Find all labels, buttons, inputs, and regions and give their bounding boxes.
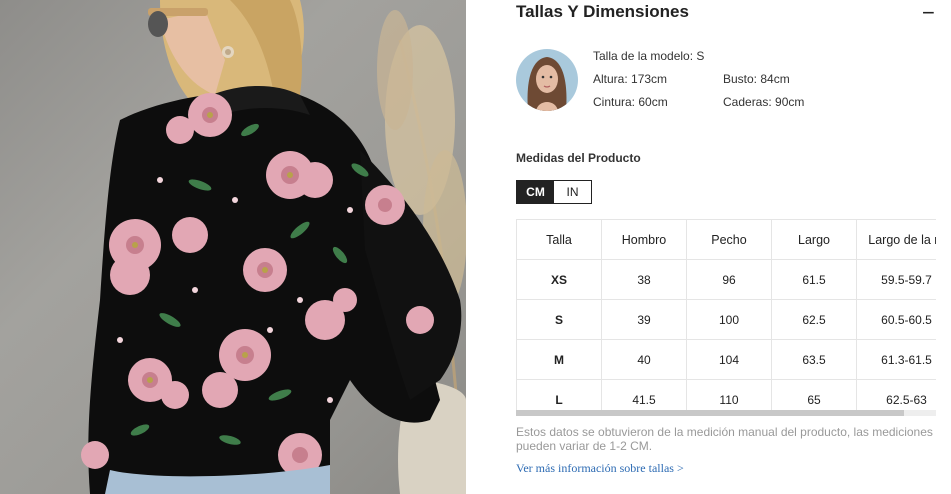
collapse-icon[interactable]: − [922,0,935,26]
table-cell: L [516,379,602,411]
table-cell: S [516,299,602,340]
size-table-container: Talla Hombro Pecho Largo Largo de la m X… [516,219,936,411]
table-cell: 61.3-61.5 [856,339,936,380]
model-height: Altura: 173cm [593,72,668,86]
header-length: Largo [771,219,857,260]
model-waist: Cintura: 60cm [593,95,668,109]
table-cell: 63.5 [771,339,857,380]
table-cell: 39 [601,299,687,340]
table-cell: 38 [601,259,687,300]
unit-in-button[interactable]: IN [554,181,591,203]
model-bust: Busto: 84cm [723,72,790,86]
table-cell: 65 [771,379,857,411]
table-cell: 62.5 [771,299,857,340]
unit-toggle: CM IN [516,180,592,204]
table-cell: 104 [686,339,772,380]
table-horizontal-scrollbar[interactable] [516,410,936,416]
product-measures-title: Medidas del Producto [516,151,641,165]
table-cell: 96 [686,259,772,300]
header-sleeve-length: Largo de la m [856,219,936,260]
floral-blouse-image [81,0,466,494]
table-cell: M [516,339,602,380]
model-hips: Caderas: 90cm [723,95,805,109]
table-cell: 60.5-60.5 [856,299,936,340]
table-cell: 62.5-63 [856,379,936,411]
table-cell: XS [516,259,602,300]
table-row: L 41.5 110 65 62.5-63 [516,379,936,411]
header-shoulder: Hombro [601,219,687,260]
table-header-row: Talla Hombro Pecho Largo Largo de la m [516,219,936,260]
unit-cm-button[interactable]: CM [517,181,554,203]
size-guide-panel: Tallas Y Dimensiones − Talla de la model… [466,0,951,494]
table-cell: 59.5-59.7 [856,259,936,300]
table-row: S 39 100 62.5 60.5-60.5 [516,299,936,340]
header-chest: Pecho [686,219,772,260]
more-size-info-link[interactable]: Ver más información sobre tallas > [516,461,684,476]
model-size: Talla de la modelo: S [593,49,705,63]
scrollbar-thumb[interactable] [516,410,904,416]
table-cell: 100 [686,299,772,340]
table-row: XS 38 96 61.5 59.5-59.7 [516,259,936,300]
section-title: Tallas Y Dimensiones [516,2,689,21]
header-size: Talla [516,219,602,260]
model-avatar [516,49,578,111]
table-cell: 110 [686,379,772,411]
table-cell: 61.5 [771,259,857,300]
table-cell: 41.5 [601,379,687,411]
measurement-disclaimer: Estos datos se obtuvieron de la medición… [516,425,933,453]
table-row: M 40 104 63.5 61.3-61.5 [516,339,936,380]
table-cell: 40 [601,339,687,380]
product-photo [0,0,466,494]
size-table: Talla Hombro Pecho Largo Largo de la m X… [516,219,936,411]
